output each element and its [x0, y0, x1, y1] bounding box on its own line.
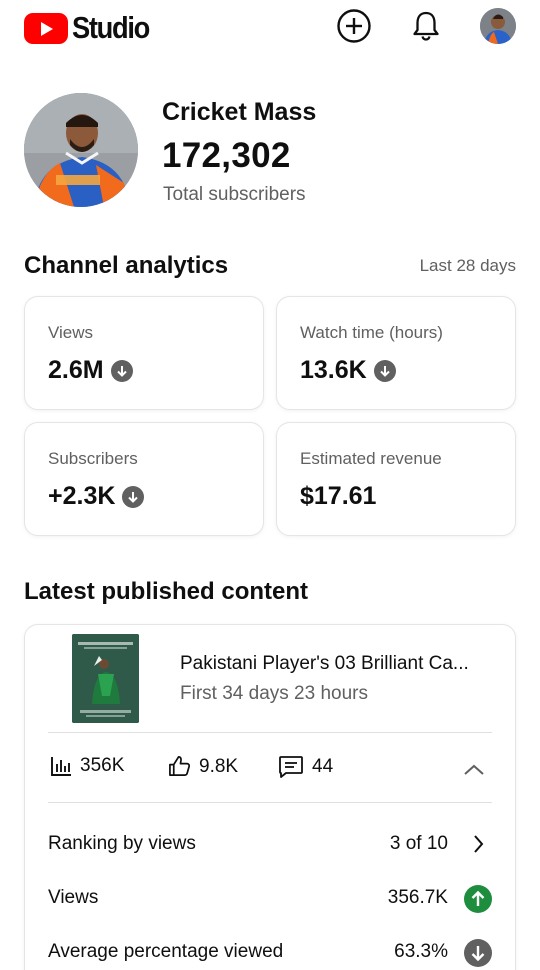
views-card-value-row: 2.6M [48, 356, 133, 385]
views-stat-value: 356K [80, 755, 125, 776]
likes-stat-value: 9.8K [199, 755, 239, 777]
trend-down-icon [110, 359, 133, 382]
views-metric-label: Views [48, 887, 99, 908]
views-card-value: 2.6M [48, 356, 104, 384]
subscribers-card-label: Subscribers [48, 449, 138, 468]
subscribers-card-value: +2.3K [48, 482, 116, 510]
views-stat: 356K [50, 755, 124, 777]
comment-icon [279, 756, 303, 778]
views-card-label: Views [48, 323, 94, 342]
video-age: First 34 days 23 hours [180, 683, 368, 704]
notifications-bell-icon[interactable] [408, 8, 444, 44]
channel-analytics-heading: Channel analytics [24, 252, 229, 279]
comments-stat: 44 [278, 755, 333, 779]
channel-name: Cricket Mass [162, 98, 317, 126]
latest-content-heading: Latest published content [24, 578, 309, 605]
revenue-card-label: Estimated revenue [300, 449, 442, 468]
video-title[interactable]: Pakistani Player's 03 Brilliant Ca... [180, 653, 500, 675]
subscriber-label: Total subscribers [163, 184, 306, 205]
trend-down-icon [464, 939, 492, 967]
watch-time-card[interactable]: Watch time (hours) 13.6K [276, 296, 516, 410]
avg-viewed-row: Average percentage viewed 63.3% [48, 938, 492, 968]
chevron-up-icon[interactable] [462, 758, 486, 787]
ranking-value: 3 of 10 [389, 833, 448, 854]
latest-content-card: Pakistani Player's 03 Brilliant Ca... Fi… [24, 624, 516, 970]
views-metric-row: Views 356.7K [48, 884, 492, 914]
revenue-card[interactable]: Estimated revenue $17.61 [276, 422, 516, 536]
logo-text: Studio [72, 10, 150, 45]
avg-viewed-label: Average percentage viewed [48, 941, 284, 962]
studio-logo[interactable]: Studio [24, 10, 159, 46]
ranking-row[interactable]: Ranking by views 3 of 10 [48, 830, 492, 860]
thumbs-up-icon [169, 756, 191, 776]
comments-stat-value: 44 [312, 756, 334, 777]
watch-time-card-label: Watch time (hours) [300, 323, 443, 342]
chevron-right-icon[interactable] [464, 830, 492, 858]
channel-avatar[interactable] [24, 93, 138, 207]
trend-down-icon [122, 485, 145, 508]
video-stats-row: 356K 9.8K 44 [48, 755, 492, 785]
youtube-logo-icon [24, 12, 68, 44]
create-icon[interactable] [336, 8, 372, 44]
divider [48, 732, 492, 733]
divider [48, 802, 492, 803]
studio-dashboard: Studio Cricket Mass 172,302 Total subscr… [0, 0, 540, 970]
analytics-period[interactable]: Last 28 days [420, 256, 516, 276]
bar-chart-icon [51, 757, 71, 776]
watch-time-card-value-row: 13.6K [300, 356, 396, 385]
likes-stat: 9.8K [168, 755, 238, 778]
views-card[interactable]: Views 2.6M [24, 296, 264, 410]
avg-viewed-value: 63.3% [394, 941, 448, 962]
trend-down-icon [373, 359, 396, 382]
ranking-label: Ranking by views [48, 833, 196, 854]
trend-up-icon [464, 885, 492, 913]
subscriber-count: 172,302 [162, 136, 291, 175]
subscribers-card[interactable]: Subscribers +2.3K [24, 422, 264, 536]
account-avatar[interactable] [480, 8, 516, 44]
subscribers-card-value-row: +2.3K [48, 482, 145, 511]
views-metric-value: 356.7K [387, 887, 448, 908]
revenue-card-value: $17.61 [300, 482, 377, 510]
video-thumbnail[interactable] [72, 634, 139, 723]
watch-time-card-value: 13.6K [300, 356, 367, 384]
revenue-card-value-row: $17.61 [300, 482, 376, 511]
top-app-bar: Studio [0, 0, 540, 56]
